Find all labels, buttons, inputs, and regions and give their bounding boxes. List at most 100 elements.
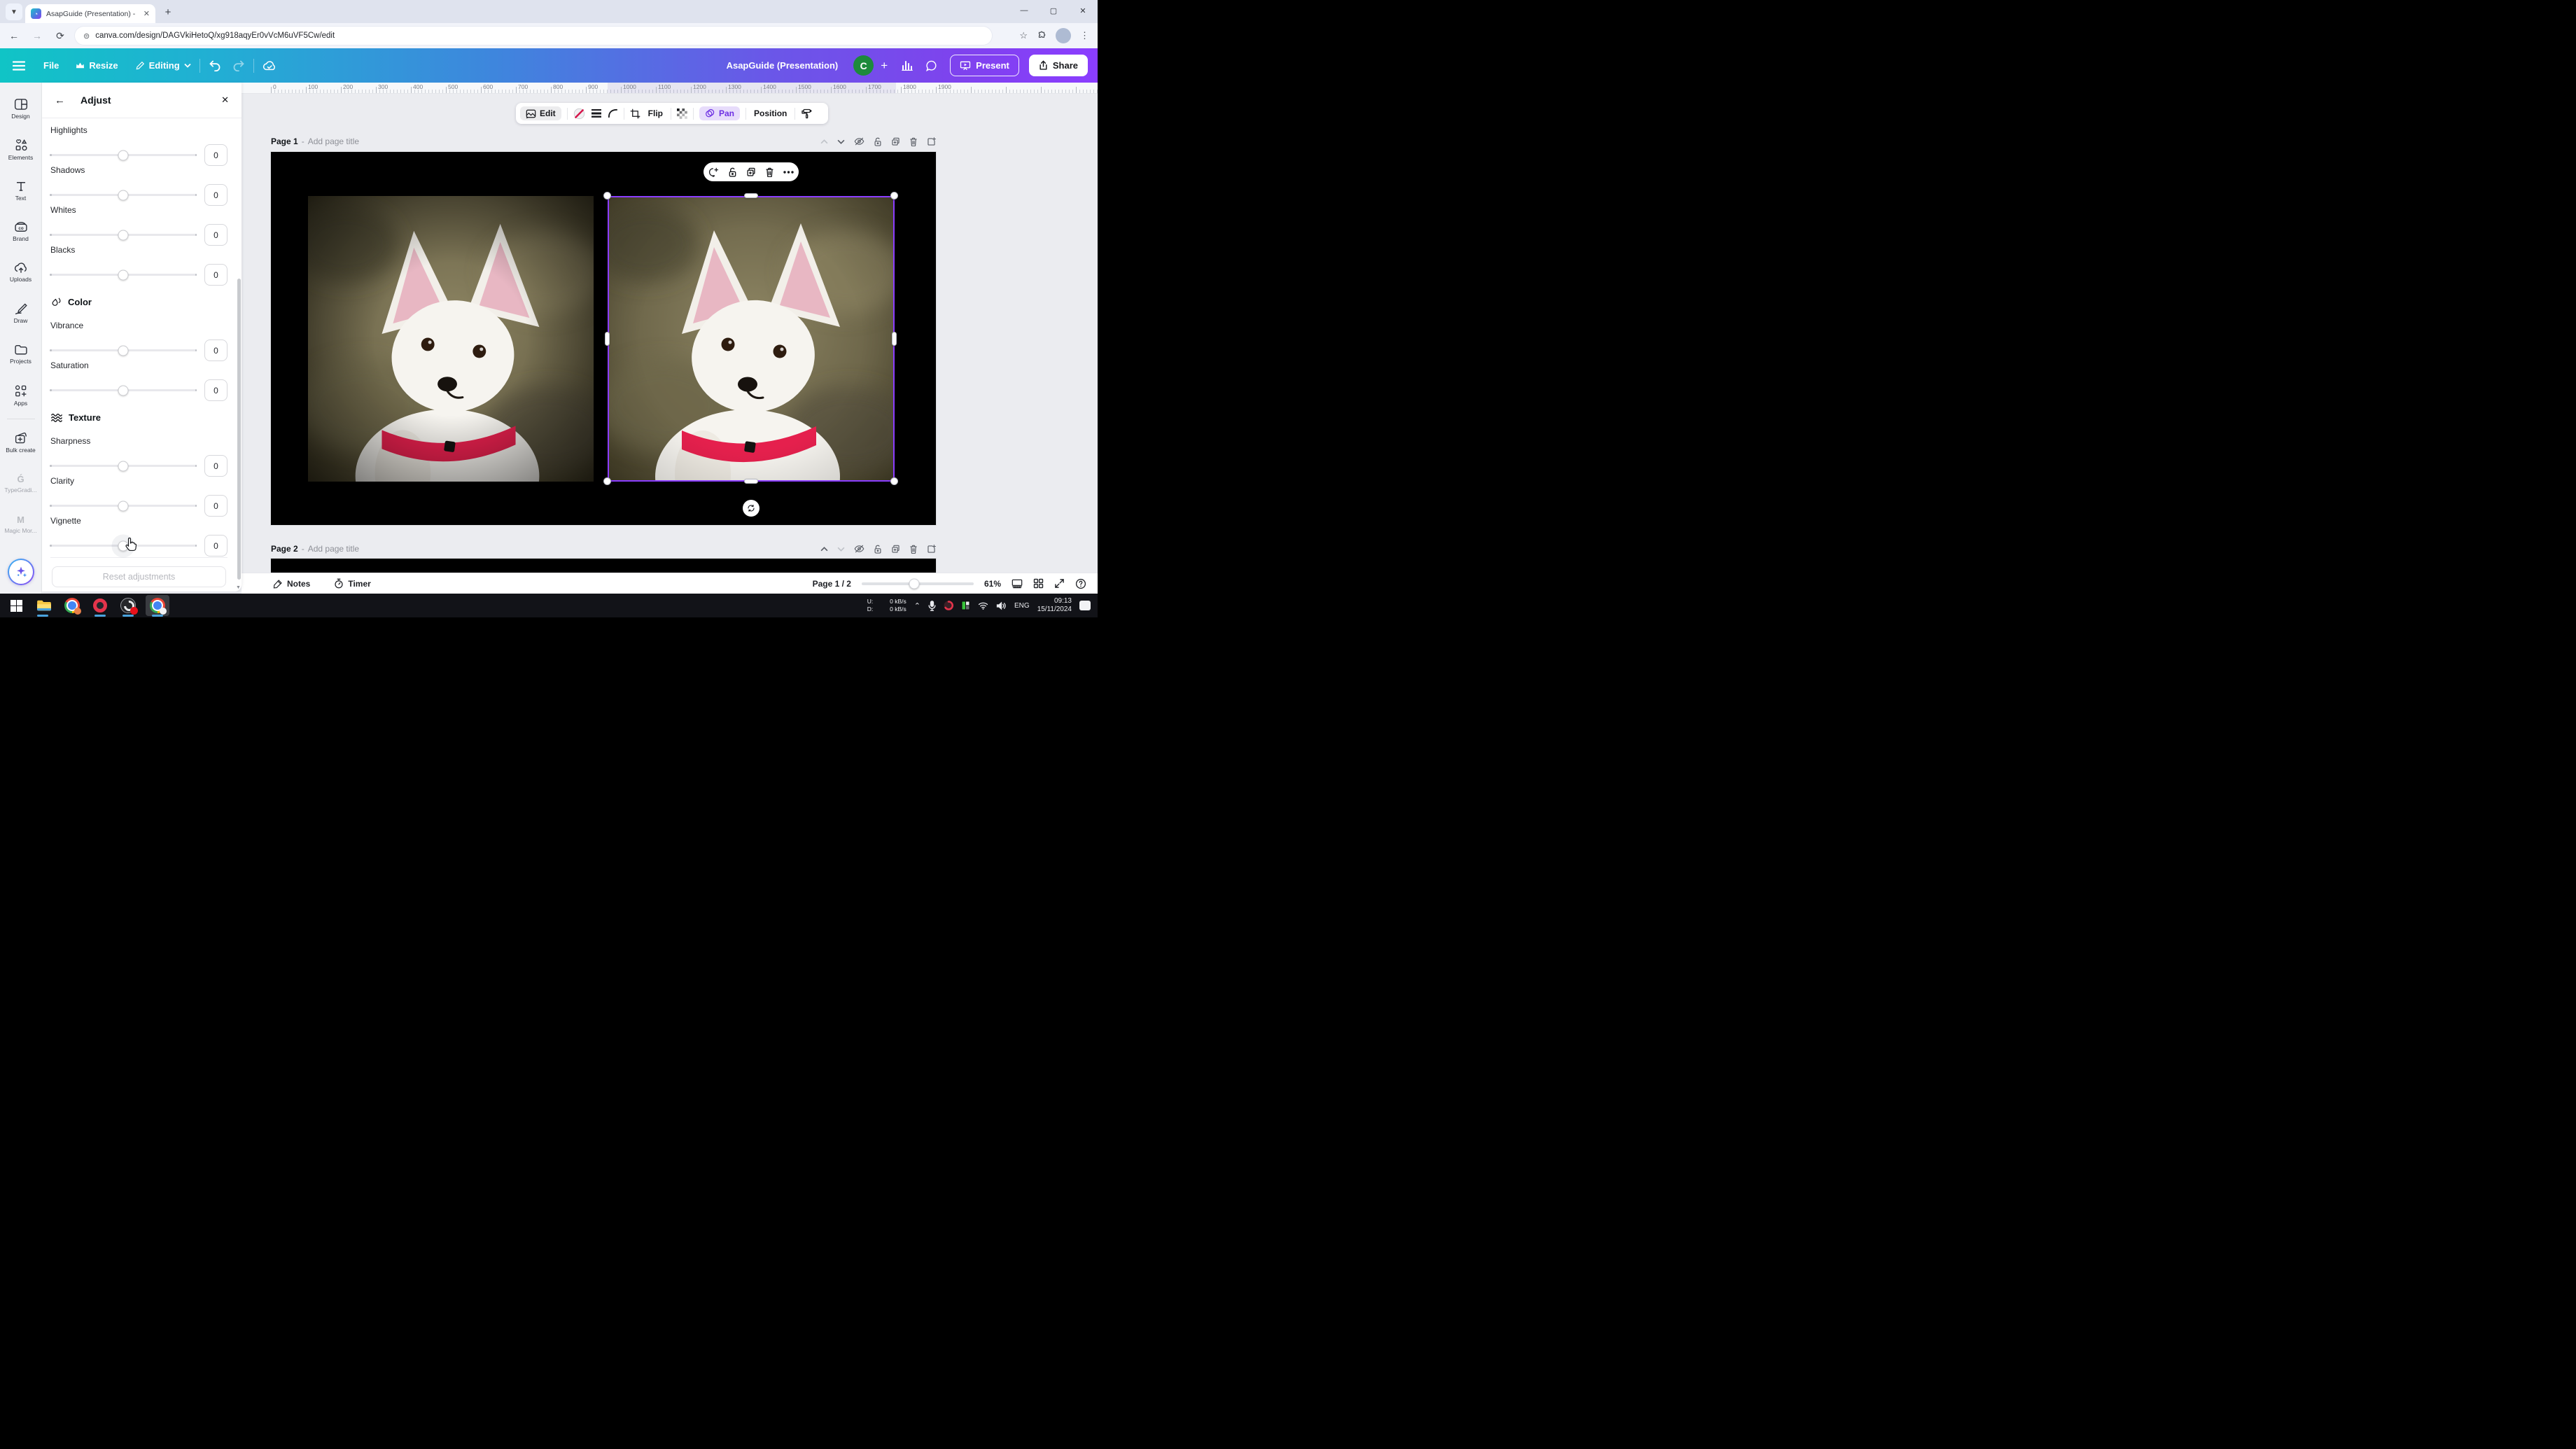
comment-add-icon[interactable] <box>708 167 719 177</box>
help-icon[interactable] <box>1075 578 1086 589</box>
vibrance-slider[interactable] <box>50 349 196 351</box>
page-indicator[interactable]: Page 1 / 2 <box>813 579 851 589</box>
pan-tool-button[interactable]: Pan <box>699 106 740 120</box>
transparency-icon[interactable] <box>677 108 687 119</box>
resize-handle-bottom-left[interactable] <box>603 477 611 485</box>
duplicate-element-icon[interactable] <box>746 167 756 177</box>
panel-close-icon[interactable]: ✕ <box>221 94 229 106</box>
vibrance-slider-handle[interactable] <box>118 345 129 356</box>
window-close-button[interactable]: ✕ <box>1068 0 1098 21</box>
fullscreen-icon[interactable] <box>1054 578 1065 589</box>
extensions-puzzle-icon[interactable] <box>1037 31 1046 41</box>
new-tab-button[interactable]: + <box>160 4 176 20</box>
notes-button[interactable]: Notes <box>273 579 310 589</box>
file-explorer-icon[interactable] <box>35 596 53 615</box>
blacks-slider-handle[interactable] <box>118 270 129 280</box>
lock-page-icon[interactable] <box>874 137 882 146</box>
resize-handle-left[interactable] <box>605 332 610 346</box>
insights-chart-icon[interactable] <box>902 60 913 71</box>
border-weight-icon[interactable] <box>591 108 602 118</box>
whites-slider[interactable] <box>50 234 196 236</box>
magic-assistant-button[interactable] <box>8 559 34 585</box>
bookmark-star-icon[interactable]: ☆ <box>1019 30 1028 41</box>
sidebar-item-draw[interactable]: Draw <box>1 293 41 335</box>
scrollbar-thumb[interactable] <box>237 279 241 580</box>
delete-element-icon[interactable] <box>765 167 774 177</box>
chrome-active-icon[interactable] <box>148 596 167 615</box>
redo-icon[interactable] <box>232 60 245 71</box>
blacks-value[interactable]: 0 <box>204 264 227 286</box>
resize-handle-top[interactable] <box>744 193 758 198</box>
saturation-value[interactable]: 0 <box>204 379 227 401</box>
microphone-icon[interactable] <box>928 601 936 611</box>
chrome-icon[interactable] <box>63 596 81 615</box>
user-avatar[interactable]: C <box>853 55 874 76</box>
duplicate-page-icon[interactable] <box>891 545 900 554</box>
page2-canvas[interactable] <box>271 559 936 573</box>
add-page-icon[interactable] <box>927 545 936 554</box>
sharpness-slider-handle[interactable] <box>118 461 129 471</box>
page2-title-placeholder[interactable]: Add page title <box>308 544 359 554</box>
site-settings-icon[interactable]: ⊜ <box>83 31 90 41</box>
back-icon[interactable]: ← <box>5 27 23 45</box>
opera-tray-icon[interactable] <box>944 601 953 610</box>
resize-handle-top-right[interactable] <box>890 192 898 200</box>
vignette-value[interactable]: 0 <box>204 535 227 556</box>
resize-handle-top-left[interactable] <box>603 192 611 200</box>
notification-center-icon[interactable] <box>1079 601 1091 610</box>
dog-photo-left[interactable] <box>308 196 594 482</box>
shadows-slider-handle[interactable] <box>118 190 129 200</box>
position-button[interactable]: Position <box>752 108 789 118</box>
highlights-slider[interactable] <box>50 154 196 156</box>
delete-page-icon[interactable] <box>909 545 918 554</box>
resize-menu[interactable]: Resize <box>76 60 118 71</box>
browser-tab[interactable]: ◔ AsapGuide (Presentation) - Pre ✕ <box>25 4 155 23</box>
file-menu[interactable]: File <box>43 60 59 71</box>
duplicate-page-icon[interactable] <box>891 137 900 146</box>
comments-icon[interactable] <box>925 60 937 71</box>
page2-name[interactable]: Page 2 <box>271 544 298 554</box>
resize-handle-bottom[interactable] <box>744 479 758 484</box>
forward-icon[interactable]: → <box>28 27 46 45</box>
sidebar-item-bulk-create[interactable]: Bulk create <box>1 422 41 463</box>
rotate-handle[interactable] <box>743 500 760 517</box>
back-arrow-icon[interactable]: ← <box>55 94 65 106</box>
tab-search-caret-icon[interactable]: ▼ <box>6 4 22 20</box>
canvas-viewport[interactable]: Edit Flip <box>241 94 1098 573</box>
shadows-slider[interactable] <box>50 194 196 196</box>
zoom-slider-handle[interactable] <box>909 578 920 589</box>
animate-roller-icon[interactable] <box>801 108 812 119</box>
resize-handle-right[interactable] <box>892 332 897 346</box>
lock-page-icon[interactable] <box>874 545 882 554</box>
obs-icon[interactable] <box>119 596 137 615</box>
presenter-view-icon[interactable] <box>1011 579 1023 589</box>
highlights-slider-handle[interactable] <box>118 150 129 160</box>
add-page-icon[interactable] <box>927 137 936 146</box>
saturation-slider-handle[interactable] <box>118 385 129 396</box>
language-indicator[interactable]: ENG <box>1014 602 1030 610</box>
wifi-icon[interactable] <box>978 601 988 610</box>
tray-expand-icon[interactable]: ⌃ <box>914 601 920 610</box>
crop-icon[interactable] <box>630 108 640 119</box>
page1-name[interactable]: Page 1 <box>271 136 298 146</box>
opera-icon[interactable] <box>91 596 109 615</box>
sidebar-item-projects[interactable]: Projects <box>1 334 41 375</box>
flip-button[interactable]: Flip <box>646 108 665 118</box>
saturation-slider[interactable] <box>50 389 196 391</box>
sidebar-item-brand[interactable]: co Brand <box>1 211 41 253</box>
timer-button[interactable]: Timer <box>334 578 370 589</box>
grid-view-icon[interactable] <box>1033 578 1044 589</box>
browser-menu-icon[interactable]: ⋮ <box>1080 30 1089 41</box>
gpu-monitor-icon[interactable] <box>961 601 970 610</box>
lock-element-icon[interactable] <box>728 167 737 177</box>
clock-widget[interactable]: 09:13 15/11/2024 <box>1037 597 1072 615</box>
editing-mode-menu[interactable]: Editing <box>135 60 191 71</box>
sidebar-item-magic-morph[interactable]: M Magic Mor... <box>1 504 41 545</box>
invite-plus-button[interactable]: + <box>881 59 888 73</box>
corner-rounding-icon[interactable] <box>608 108 618 118</box>
blacks-slider[interactable] <box>50 274 196 276</box>
sharpness-slider[interactable] <box>50 465 196 467</box>
present-button[interactable]: Present <box>950 55 1019 76</box>
hamburger-menu-icon[interactable] <box>13 61 25 71</box>
move-page-up-icon[interactable] <box>820 547 828 552</box>
